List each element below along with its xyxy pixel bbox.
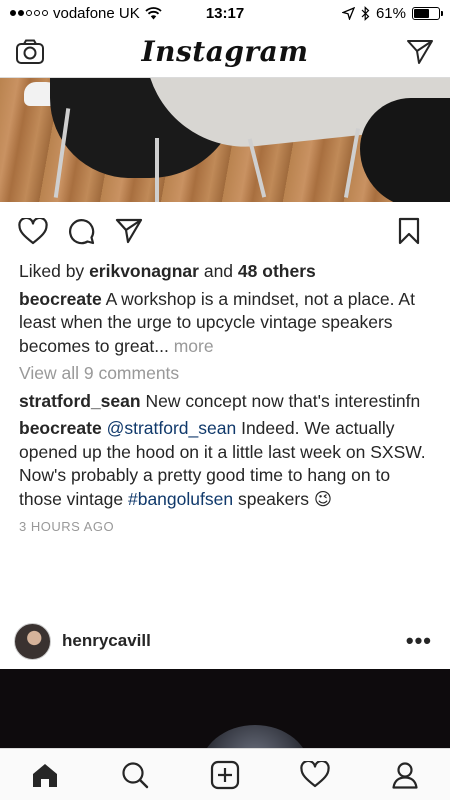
post-username[interactable]: henrycavill — [62, 631, 151, 651]
status-bar: vodafone UK 13:17 61% — [0, 0, 450, 26]
app-header: Instagram — [0, 26, 450, 78]
signal-strength-icon — [10, 10, 48, 16]
comment: beocreate @stratford_sean Indeed. We act… — [19, 417, 431, 511]
caption: beocreate A workshop is a mindset, not a… — [19, 288, 431, 359]
wifi-icon — [145, 6, 162, 19]
wink-emoji: 😉 — [313, 488, 333, 509]
bluetooth-icon — [361, 5, 370, 21]
likes-line: Liked by erikvonagnar and 48 others — [19, 261, 316, 281]
home-icon[interactable] — [23, 753, 67, 797]
status-right: 61% — [341, 4, 443, 22]
profile-icon[interactable] — [383, 753, 427, 797]
battery-level-fill — [414, 8, 429, 18]
tab-bar — [0, 748, 450, 800]
likes-count[interactable]: 48 others — [238, 261, 316, 281]
next-post-header: henrycavill ••• — [0, 613, 450, 669]
comment-text-end: speakers — [237, 488, 309, 509]
instagram-logo: Instagram — [141, 35, 309, 68]
like-heart-icon[interactable] — [14, 212, 52, 250]
status-left: vodafone UK — [10, 5, 162, 22]
liked-by-user[interactable]: erikvonagnar — [89, 261, 199, 281]
post-actions — [0, 202, 450, 260]
avatar[interactable] — [14, 622, 51, 660]
paper-plane-icon[interactable] — [404, 36, 436, 68]
location-arrow-icon — [341, 6, 355, 20]
post-text: Liked by erikvonagnar and 48 others beoc… — [0, 260, 450, 539]
add-post-icon[interactable] — [203, 753, 247, 797]
share-plane-icon[interactable] — [110, 212, 148, 250]
feed[interactable]: Liked by erikvonagnar and 48 others beoc… — [0, 78, 450, 748]
battery-icon — [412, 6, 443, 20]
post-photo[interactable] — [0, 78, 450, 202]
comment-username[interactable]: stratford_sean — [19, 391, 141, 411]
caption-more-link[interactable]: more — [174, 336, 214, 356]
more-options-icon[interactable]: ••• — [406, 628, 432, 654]
bookmark-icon[interactable] — [390, 212, 428, 250]
post-timestamp: 3 HOURS AGO — [19, 519, 115, 534]
view-all-comments-link[interactable]: View all 9 comments — [19, 362, 431, 386]
next-post-photo[interactable] — [0, 669, 450, 748]
comment-bubble-icon[interactable] — [62, 212, 100, 250]
hashtag-link[interactable]: #bangolufsen — [128, 489, 233, 509]
comment-username[interactable]: beocreate — [19, 418, 102, 438]
comment-text: New concept now that's interestinfn — [145, 390, 421, 411]
battery-percent: 61% — [375, 4, 406, 22]
camera-icon[interactable] — [14, 36, 46, 68]
activity-heart-icon[interactable] — [293, 753, 337, 797]
carrier-name: vodafone UK — [53, 4, 140, 22]
search-icon[interactable] — [113, 753, 157, 797]
caption-username[interactable]: beocreate — [19, 289, 102, 309]
comment: stratford_sean New concept now that's in… — [19, 390, 431, 414]
mention-link[interactable]: @stratford_sean — [107, 418, 237, 438]
